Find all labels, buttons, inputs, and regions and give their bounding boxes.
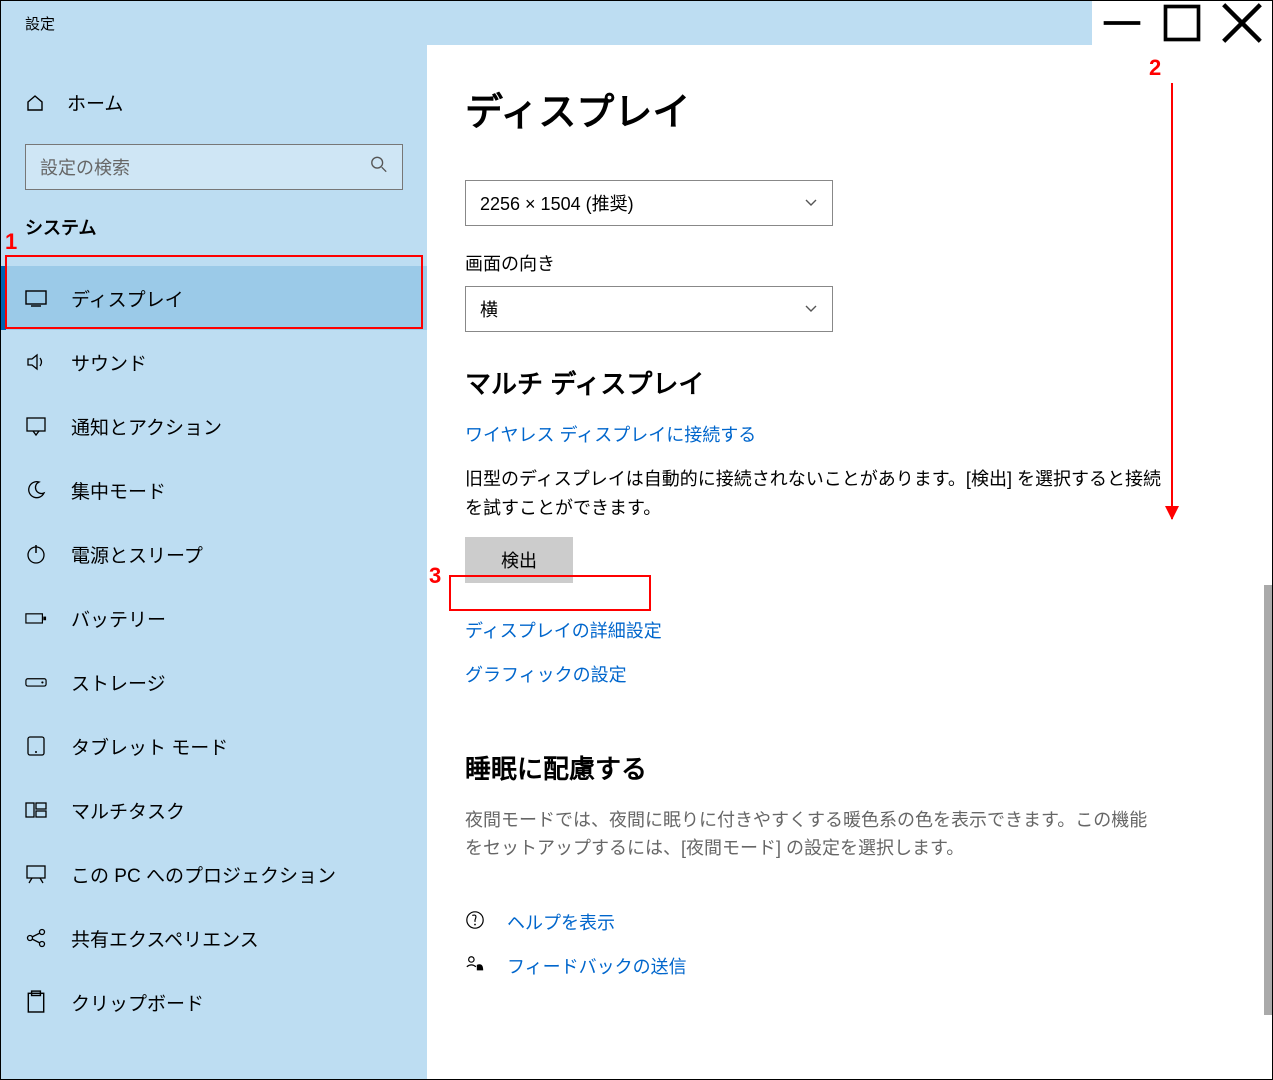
sidebar-item-shared[interactable]: 共有エクスペリエンス [1,906,427,970]
sidebar-item-label: クリップボード [71,989,204,1016]
sidebar-category: システム [1,214,427,248]
chevron-down-icon [804,195,818,211]
sidebar-item-label: マルチタスク [71,797,185,824]
graphics-settings-link[interactable]: グラフィックの設定 [465,661,1234,687]
maximize-button[interactable] [1152,1,1212,45]
tablet-icon [25,735,47,757]
sidebar-item-label: 電源とスリープ [71,541,203,568]
sidebar-item-label: 共有エクスペリエンス [71,925,259,952]
feedback-row: フィードバックの送信 [465,953,1234,979]
sidebar-item-sound[interactable]: サウンド [1,330,427,394]
sleep-heading: 睡眠に配慮する [465,749,1234,786]
sidebar-item-clipboard[interactable]: クリップボード [1,970,427,1034]
window-title: 設定 [1,13,1092,34]
cutoff-label [465,148,1234,166]
feedback-icon [465,954,485,979]
sidebar-item-label: 集中モード [71,477,166,504]
clipboard-icon [25,990,47,1014]
orientation-value: 横 [480,296,498,322]
sidebar-item-power[interactable]: 電源とスリープ [1,522,427,586]
display-icon [25,289,47,307]
sleep-description: 夜間モードでは、夜間に眠りに付きやすくする暖色系の色を表示できます。この機能をセ… [465,806,1165,864]
battery-icon [25,612,47,625]
power-icon [25,543,47,565]
help-row: ヘルプを表示 [465,909,1234,935]
projection-icon [25,864,47,884]
window-buttons [1092,1,1272,45]
sidebar-item-label: バッテリー [71,605,166,632]
search-icon [370,156,388,179]
chevron-down-icon [804,301,818,317]
sidebar-item-label: サウンド [71,349,147,376]
home-icon [25,93,45,113]
close-button[interactable] [1212,1,1272,45]
detect-button[interactable]: 検出 [465,537,573,583]
sidebar-item-label: この PC へのプロジェクション [71,861,336,888]
scrollbar-thumb[interactable] [1264,585,1272,1015]
sidebar-item-battery[interactable]: バッテリー [1,586,427,650]
moon-icon [25,479,47,501]
sidebar-item-notifications[interactable]: 通知とアクション [1,394,427,458]
sidebar-item-projection[interactable]: この PC へのプロジェクション [1,842,427,906]
orientation-select[interactable]: 横 [465,286,833,332]
home-button[interactable]: ホーム [1,77,427,128]
home-label: ホーム [67,89,123,116]
content: ディスプレイ 2256 × 1504 (推奨) 画面の向き 横 マルチ ディスプ… [427,45,1272,1079]
resolution-select[interactable]: 2256 × 1504 (推奨) [465,180,833,226]
help-link[interactable]: ヘルプを表示 [507,909,615,935]
nav-list: ディスプレイ サウンド 通知とアクション 集中モード 電源とスリープ バッテリー [1,266,427,1034]
sidebar-item-label: 通知とアクション [71,413,222,440]
sidebar-item-storage[interactable]: ストレージ [1,650,427,714]
share-icon [25,927,47,949]
multi-display-heading: マルチ ディスプレイ [465,364,1234,401]
help-icon [465,910,485,935]
resolution-value: 2256 × 1504 (推奨) [480,190,634,216]
detect-description: 旧型のディスプレイは自動的に接続されないことがあります。[検出] を選択すると接… [465,465,1165,523]
multitask-icon [25,802,47,818]
titlebar: 設定 [1,1,1272,45]
advanced-display-link[interactable]: ディスプレイの詳細設定 [465,617,1234,643]
sidebar-item-label: ディスプレイ [71,285,184,312]
sidebar-item-label: ストレージ [71,669,166,696]
feedback-link[interactable]: フィードバックの送信 [507,953,687,979]
wireless-display-link[interactable]: ワイヤレス ディスプレイに接続する [465,421,1234,447]
notification-icon [25,415,47,437]
sidebar-item-multitask[interactable]: マルチタスク [1,778,427,842]
sidebar-item-tablet[interactable]: タブレット モード [1,714,427,778]
body: ホーム 設定の検索 システム ディスプレイ サウンド 通知とアクション [1,45,1272,1079]
minimize-button[interactable] [1092,1,1152,45]
search-input[interactable]: 設定の検索 [25,144,403,190]
search-placeholder: 設定の検索 [40,154,130,180]
sidebar-item-display[interactable]: ディスプレイ [1,266,427,330]
sidebar: ホーム 設定の検索 システム ディスプレイ サウンド 通知とアクション [1,45,427,1079]
sidebar-item-label: タブレット モード [71,733,228,760]
sidebar-item-focus[interactable]: 集中モード [1,458,427,522]
storage-icon [25,676,47,689]
orientation-label: 画面の向き [465,250,1234,276]
sound-icon [25,351,47,373]
page-title: ディスプレイ [465,81,1234,136]
